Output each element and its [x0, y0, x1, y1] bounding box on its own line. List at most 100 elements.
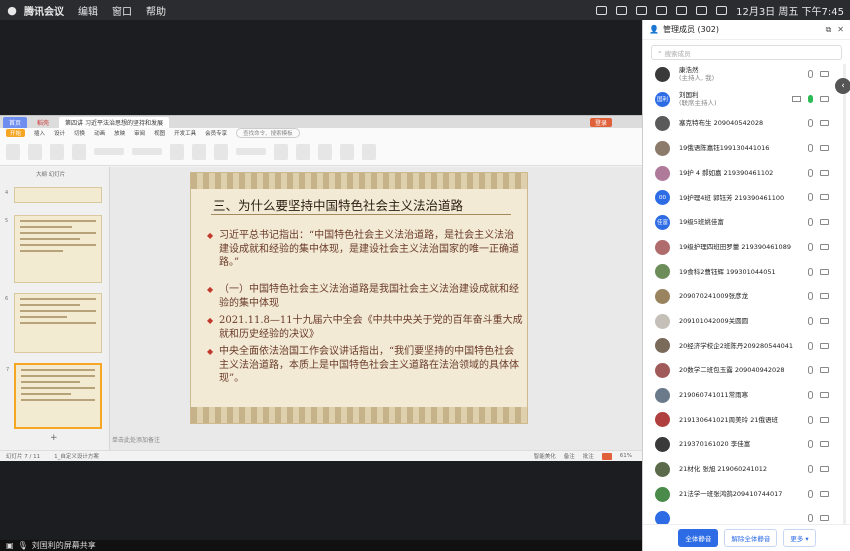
camera-icon[interactable]	[820, 441, 829, 448]
notes-placeholder[interactable]: 单击此处添加备注	[112, 435, 160, 444]
mic-icon[interactable]	[808, 70, 813, 78]
mic-icon[interactable]	[808, 415, 813, 424]
menu-help[interactable]: 帮助	[146, 3, 166, 18]
camera-icon[interactable]	[820, 293, 829, 300]
layout-icon[interactable]	[72, 143, 86, 160]
play-icon[interactable]	[656, 5, 668, 15]
italic-icon[interactable]	[192, 143, 206, 160]
camera-icon[interactable]	[820, 317, 829, 324]
share-screen-icon[interactable]: ▣	[6, 541, 14, 550]
bold-icon[interactable]	[170, 143, 184, 160]
menubar-clock[interactable]: 12月3日 周五 下午7:45	[736, 3, 844, 18]
command-search[interactable]: 查找命令、搜索模板	[236, 128, 300, 138]
tab-home[interactable]: 首页	[3, 116, 28, 128]
mic-icon[interactable]	[808, 390, 813, 399]
mic-icon[interactable]	[808, 267, 813, 276]
camera-icon[interactable]	[820, 243, 829, 250]
collapse-panel-icon[interactable]: ‹	[835, 78, 850, 94]
login-button[interactable]: 登录	[589, 117, 612, 127]
mic-icon[interactable]	[808, 341, 813, 350]
more-button[interactable]: 更多 ▾	[783, 529, 816, 547]
camera-icon[interactable]	[820, 194, 829, 201]
member-row[interactable]: 209070241009张彦龙	[643, 284, 839, 309]
member-row[interactable]: 219060741011常雨寒	[643, 383, 839, 408]
camera-icon[interactable]	[820, 490, 829, 497]
camera-icon[interactable]	[820, 219, 829, 226]
member-list-scrollbar[interactable]	[843, 64, 846, 524]
comments-button[interactable]: 批注	[583, 452, 594, 460]
slide-thumbnail[interactable]: 6	[5, 293, 102, 353]
align-icon[interactable]	[214, 143, 228, 160]
camera-icon[interactable]	[820, 466, 829, 472]
mic-icon[interactable]	[808, 218, 813, 227]
font-size-select[interactable]	[132, 148, 162, 155]
member-row[interactable]: 19护 4 郝如嘉 219390461102	[643, 161, 839, 186]
menu-window[interactable]: 窗口	[112, 3, 132, 18]
battery-icon[interactable]	[696, 5, 708, 15]
ribbon-tab-insert[interactable]: 插入	[34, 129, 45, 137]
font-select[interactable]	[94, 148, 124, 155]
wechat-icon[interactable]	[596, 5, 608, 15]
member-row[interactable]: 219370161020 李佳富	[643, 432, 839, 457]
mic-icon[interactable]	[808, 292, 813, 301]
ribbon-tab-view[interactable]: 视图	[154, 129, 165, 137]
apple-icon[interactable]: ●	[0, 4, 24, 17]
member-row[interactable]: 19级护理四班田罗蕾 219390461089	[643, 235, 839, 260]
popout-icon[interactable]: ⧉	[826, 25, 832, 35]
member-row[interactable]: 19俄语陈嘉钰199130441016	[643, 136, 839, 161]
meeting-icon[interactable]	[616, 5, 628, 15]
control-center-icon[interactable]	[716, 5, 728, 15]
moon-icon[interactable]	[636, 5, 648, 15]
mic-icon[interactable]	[808, 440, 813, 449]
textbox-icon[interactable]	[274, 143, 288, 160]
mic-icon[interactable]	[808, 316, 813, 325]
camera-icon[interactable]	[820, 268, 829, 275]
member-row[interactable]: 21材化 张旭 219060241012	[643, 457, 839, 482]
camera-icon[interactable]	[820, 391, 829, 398]
wifi-icon[interactable]	[676, 5, 688, 15]
mic-icon[interactable]	[808, 242, 813, 251]
member-row[interactable]: 21法学一班张鸿鹄209410744017	[643, 482, 839, 507]
member-row[interactable]: 塞克特布生 209040542028	[643, 111, 839, 136]
camera-icon[interactable]	[820, 169, 829, 176]
replace-icon[interactable]	[340, 143, 354, 160]
member-row[interactable]: 19食科2曹钰辉 199301044051	[643, 260, 839, 285]
mic-icon[interactable]	[808, 489, 813, 498]
camera-icon[interactable]	[820, 120, 829, 127]
menu-edit[interactable]: 编辑	[78, 3, 98, 18]
member-row[interactable]: 康浩然 (主持人, 我)	[643, 62, 839, 87]
smart-beautify-button[interactable]: 智能美化	[534, 452, 556, 460]
add-slide-icon[interactable]: +	[50, 433, 58, 443]
screen-share-icon[interactable]	[792, 95, 801, 102]
camera-icon[interactable]	[820, 342, 829, 349]
tab-document[interactable]: 第四讲 习近平法治思想的坚持和发展	[59, 116, 169, 128]
app-menu[interactable]: 腾讯会议	[24, 3, 64, 18]
ribbon-tab-member[interactable]: 会员专享	[205, 129, 227, 137]
ribbon-tab-animation[interactable]: 动画	[94, 129, 105, 137]
mic-icon[interactable]	[808, 94, 813, 103]
mic-icon[interactable]	[808, 119, 813, 128]
unmute-all-button[interactable]: 解除全体静音	[724, 529, 778, 547]
mic-icon[interactable]	[808, 514, 813, 523]
notes-button[interactable]: 备注	[564, 452, 575, 460]
slide-thumbnail[interactable]: 4	[5, 187, 102, 203]
member-row[interactable]: 209101042009关圆圆	[643, 309, 839, 334]
shape-icon[interactable]	[296, 143, 310, 160]
member-row[interactable]: 国利 刘国利 (联席主持人)	[643, 87, 839, 112]
ribbon-tab-start[interactable]: 开始	[6, 129, 26, 137]
member-row[interactable]: 佳富 19级5班姚佳富	[643, 210, 839, 235]
mic-icon[interactable]	[808, 465, 813, 473]
camera-icon[interactable]	[820, 416, 829, 423]
slideshow-play-icon[interactable]	[601, 452, 612, 460]
slide-thumbnail-selected[interactable]: 7	[6, 363, 102, 429]
ribbon-tab-developer[interactable]: 开发工具	[174, 129, 196, 137]
new-slide-icon[interactable]	[50, 143, 64, 160]
ribbon-tab-design[interactable]: 设计	[54, 129, 65, 137]
slide-thumbnail[interactable]: 5	[5, 215, 102, 283]
ribbon-tab-transition[interactable]: 切换	[74, 129, 85, 137]
picture-icon[interactable]	[318, 143, 332, 160]
member-row[interactable]: 20数学二班包玉露 209040942028	[643, 358, 839, 383]
select-icon[interactable]	[362, 143, 376, 160]
camera-icon[interactable]	[820, 95, 829, 102]
paragraph-controls[interactable]	[236, 148, 266, 155]
